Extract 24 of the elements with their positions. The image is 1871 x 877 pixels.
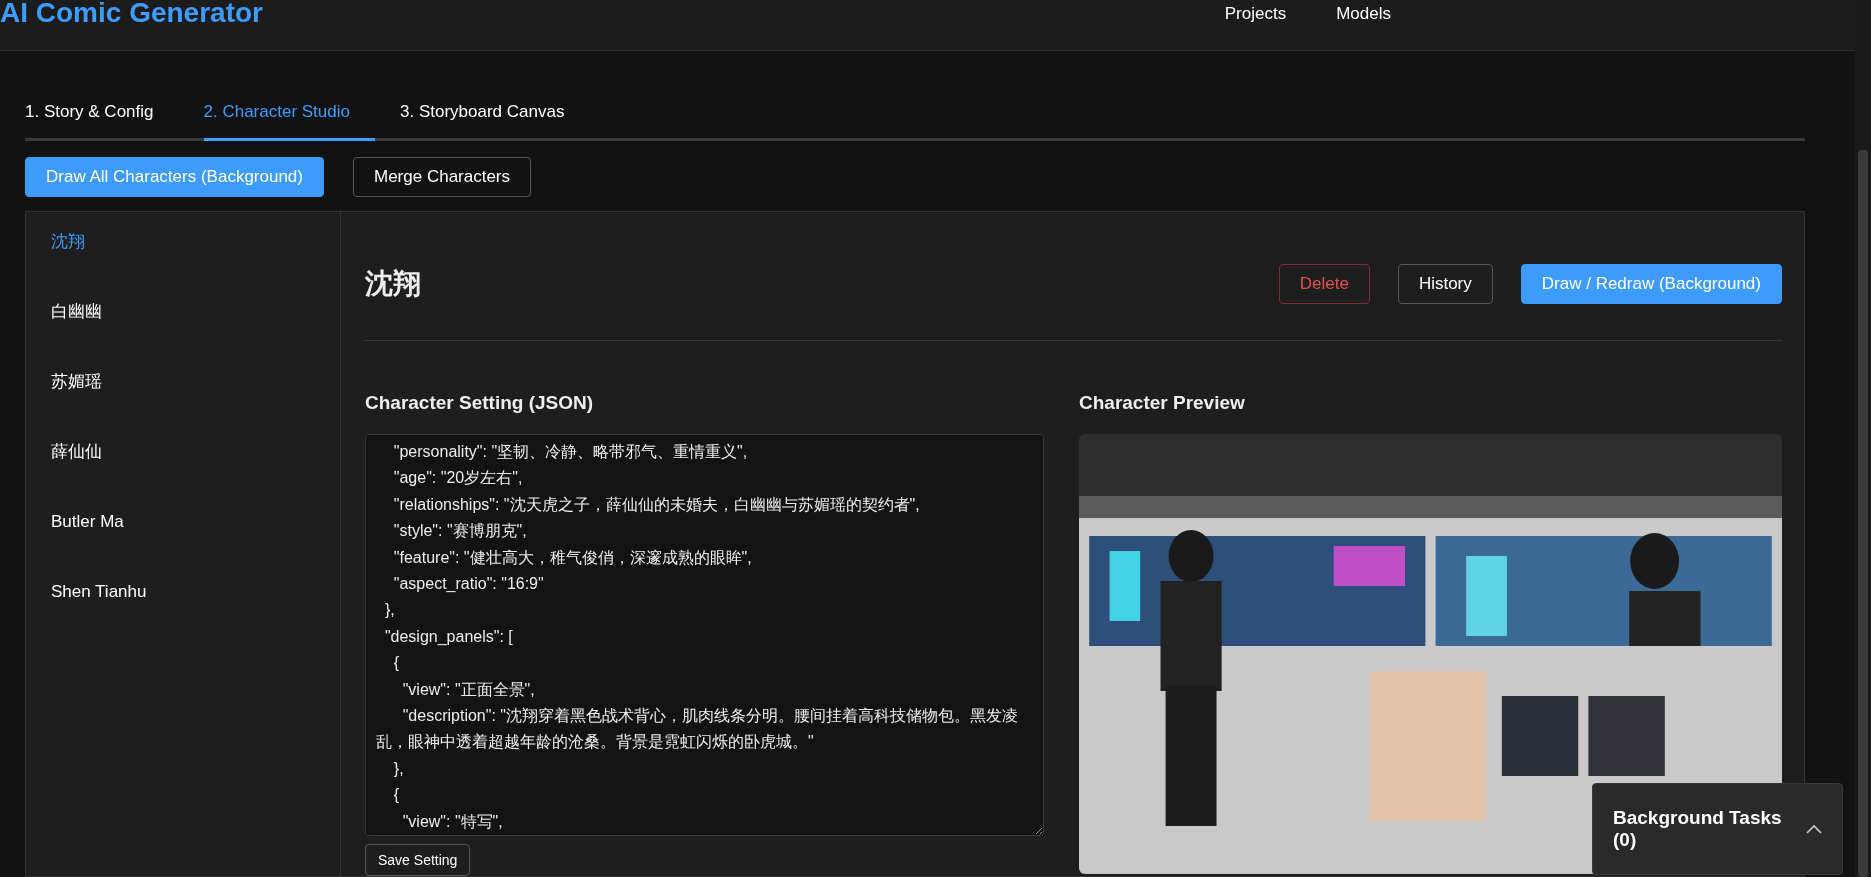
character-item[interactable]: 白幽幽 xyxy=(26,302,127,322)
nav-link[interactable]: Projects xyxy=(1224,4,1287,24)
json-editor[interactable]: "personality": "坚韧、冷静、略带邪气、重情重义", "age": "20岁左右", "relationships": "沈天虎之子，薛仙仙的未婚夫，白幽幽与苏媚瑶的契约者", "style": "赛博朋克", "feature": "健壮高大，稚气俊俏，深邃成熟的眼眸", "aspect_ratio": "16:9" }, "design_panels": [ { "view": "正面全景", "description": "沈翔穿着黑色战术背心，肌肉线条分明。腰间挂着高科技储物包。黑发凌乱，眼神中透着超越年龄的沧桑。背景是霓虹闪烁的卧虎城。" }, { "view": "特写", xyxy=(365,434,1044,836)
section-heading: Character Setting (JSON) xyxy=(365,392,595,414)
character-name: 沈翔 xyxy=(365,267,421,301)
nav-link[interactable]: Models xyxy=(1336,4,1391,24)
delete-button[interactable]: Delete xyxy=(1278,264,1370,304)
background-tasks-label: Background Tasks (0) xyxy=(1613,807,1783,851)
character-item[interactable]: 沈翔 xyxy=(26,232,110,252)
section-heading: Character Preview xyxy=(1079,392,1246,414)
character-item[interactable]: Shen Tianhu xyxy=(26,582,172,602)
character-item[interactable]: Butler Ma xyxy=(26,512,149,532)
app-title: AI Comic Generator xyxy=(0,0,263,29)
tab[interactable]: 2. Character Studio xyxy=(203,99,375,141)
character-item[interactable]: 薛仙仙 xyxy=(26,442,127,462)
history-button[interactable]: History xyxy=(1397,264,1493,304)
tab[interactable]: 3. Storyboard Canvas xyxy=(400,99,590,141)
background-tasks-panel[interactable]: Background Tasks (0) xyxy=(1592,783,1843,875)
save-button[interactable]: Save Setting xyxy=(365,844,471,876)
scrollbar[interactable] xyxy=(1855,0,1871,877)
character-item[interactable]: 苏媚瑶 xyxy=(26,372,127,392)
tab[interactable]: 1. Story & Config xyxy=(25,99,179,141)
chevron-up-icon[interactable] xyxy=(1806,824,1822,834)
merge-button[interactable]: Merge Characters xyxy=(353,157,532,197)
